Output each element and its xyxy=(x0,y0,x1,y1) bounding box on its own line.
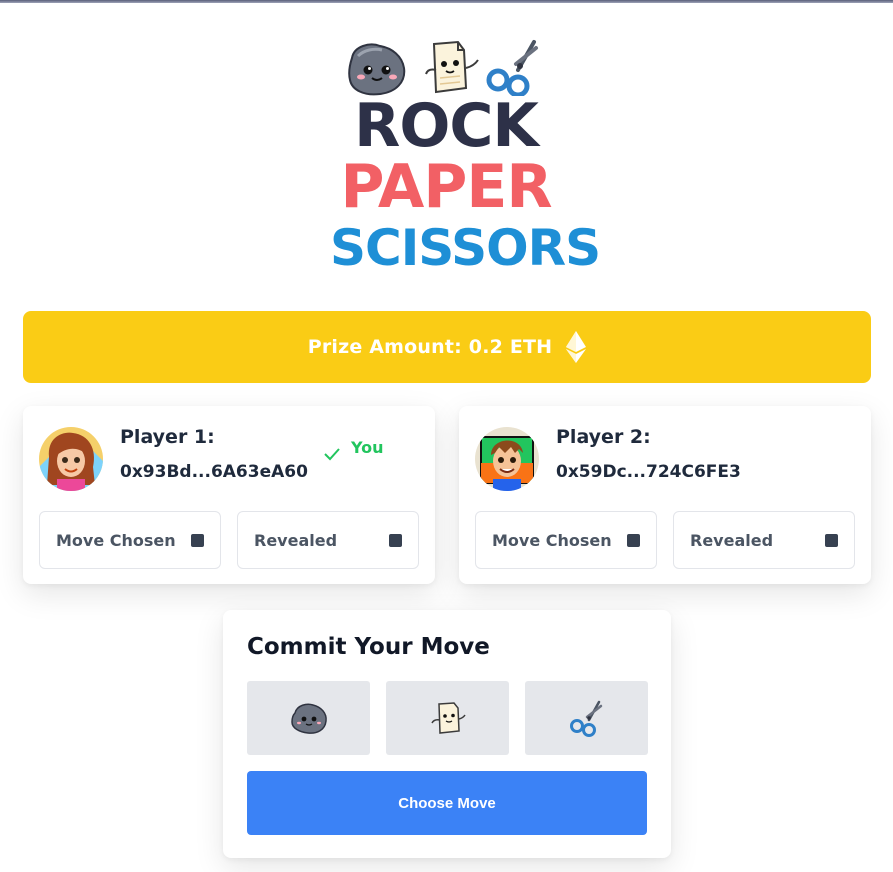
you-indicator: You xyxy=(323,438,384,463)
choose-move-button[interactable]: Choose Move xyxy=(247,771,647,835)
scissors-icon xyxy=(569,700,602,737)
rock-move-button[interactable] xyxy=(247,681,370,755)
scissors-mascot-icon xyxy=(486,40,538,96)
player-2-avatar xyxy=(475,427,539,491)
player-2-card: Player 2: 0x59Dc...724C6FE3 Move Chosen … xyxy=(459,406,871,584)
rock-mascot-icon xyxy=(348,43,406,96)
paper-icon xyxy=(430,702,466,734)
player-2-revealed-status: Revealed xyxy=(673,511,855,569)
revealed-label: Revealed xyxy=(254,530,338,550)
rock-icon xyxy=(290,703,327,734)
status-indicator-icon xyxy=(627,533,640,547)
commit-title: Commit Your Move xyxy=(247,634,490,660)
game-logo: ROCK PAPER SCISSORS xyxy=(330,30,601,280)
move-chosen-label: Move Chosen xyxy=(492,530,612,550)
player-2-address: 0x59Dc...724C6FE3 xyxy=(556,462,741,482)
logo-word-paper: PAPER xyxy=(340,152,552,222)
top-border xyxy=(0,0,893,3)
you-label: You xyxy=(351,438,384,457)
player-1-label: Player 1: xyxy=(120,426,215,448)
logo-mascots xyxy=(348,40,538,96)
player-1-address: 0x93Bd...6A63eA60 xyxy=(120,462,308,482)
player-2-move-chosen-status: Move Chosen xyxy=(475,511,657,569)
revealed-label: Revealed xyxy=(690,530,774,550)
checkmark-icon xyxy=(324,447,340,460)
scissors-move-button[interactable] xyxy=(525,681,648,755)
status-indicator-icon xyxy=(389,533,402,547)
move-chosen-label: Move Chosen xyxy=(56,530,176,550)
paper-move-button[interactable] xyxy=(386,681,509,755)
commit-move-panel: Commit Your Move Choose Move xyxy=(223,610,671,858)
logo-word-rock: ROCK xyxy=(354,91,539,161)
paper-mascot-icon xyxy=(425,40,479,94)
prize-banner: Prize Amount: 0.2 ETH xyxy=(23,311,871,383)
player-1-move-chosen-status: Move Chosen xyxy=(39,511,221,569)
prize-amount: Prize Amount: 0.2 ETH xyxy=(307,336,553,358)
ethereum-icon xyxy=(566,331,587,363)
player-1-card: Player 1: 0x93Bd...6A63eA60 You Move Cho… xyxy=(23,406,435,584)
player-1-avatar xyxy=(39,427,103,491)
status-indicator-icon xyxy=(191,533,204,547)
status-indicator-icon xyxy=(825,533,838,547)
player-2-label: Player 2: xyxy=(556,426,651,448)
player-1-revealed-status: Revealed xyxy=(237,511,419,569)
logo-word-scissors: SCISSORS xyxy=(330,219,601,277)
